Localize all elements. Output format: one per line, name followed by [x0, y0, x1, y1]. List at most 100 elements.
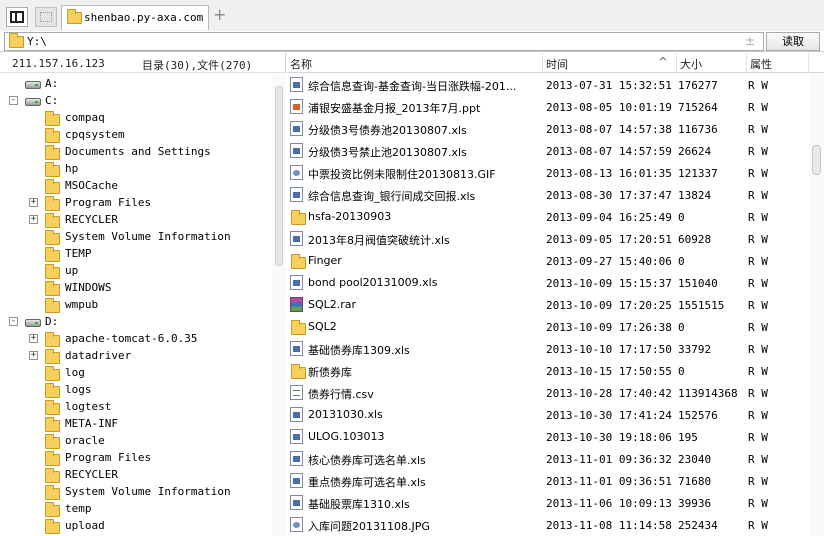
file-time: 2013-08-30 17:37:47: [546, 189, 672, 202]
file-row[interactable]: bond pool20131009.xls 2013-10-09 15:15:37…: [287, 272, 809, 294]
path-input[interactable]: Y:\ ±: [4, 32, 764, 51]
file-row[interactable]: 综合信息查询-基金查询-当日涨跌幅-201... 2013-07-31 15:32…: [287, 74, 809, 96]
folder-icon: [45, 485, 60, 500]
column-header-attr[interactable]: 属性: [747, 53, 809, 73]
tree-folder[interactable]: TEMP: [0, 246, 270, 263]
file-row[interactable]: 入库问题20131108.JPG 2013-11-08 11:14:58 25243…: [287, 514, 809, 536]
column-header-size[interactable]: 大小: [677, 53, 747, 73]
expand-icon[interactable]: +: [29, 215, 38, 224]
file-row[interactable]: 2013年8月阀值突破统计.xls 2013-09-05 17:20:51 6092…: [287, 228, 809, 250]
collapse-icon[interactable]: -: [9, 96, 18, 105]
expand-icon[interactable]: +: [29, 198, 38, 207]
tree-folder[interactable]: RECYCLER: [0, 467, 270, 484]
tree-folder[interactable]: upload: [0, 518, 270, 535]
tree-folder[interactable]: hp: [0, 161, 270, 178]
tree-drive[interactable]: - C:: [0, 93, 270, 110]
collapse-icon[interactable]: -: [9, 317, 18, 326]
tree-drive[interactable]: A:: [0, 76, 270, 93]
tree-folder[interactable]: temp: [0, 501, 270, 518]
file-row[interactable]: 浦银安盛基金月报_2013年7月.ppt 2013-08-05 10:01:19 7…: [287, 96, 809, 118]
spreadsheet-file-icon: [290, 473, 304, 488]
file-row[interactable]: 分级债3号禁止池20130807.xls 2013-08-07 14:57:59 2…: [287, 140, 809, 162]
file-name: 入库问题20131108.JPG: [308, 520, 430, 533]
folder-icon: [45, 230, 60, 245]
file-row[interactable]: 基础债券库1309.xls 2013-10-10 17:17:50 33792 R W: [287, 338, 809, 360]
tree-folder[interactable]: up: [0, 263, 270, 280]
file-name: 浦银安盛基金月报_2013年7月.ppt: [308, 102, 481, 115]
file-row[interactable]: 中票投资比例未限制住20130813.GIF 2013-08-13 16:01:3…: [287, 162, 809, 184]
file-size: 1551515: [678, 299, 725, 312]
file-row[interactable]: 债券行情.csv 2013-10-28 17:40:42 113914368 R W: [287, 382, 809, 404]
folder-icon: [45, 179, 60, 194]
tree-folder[interactable]: MSOCache: [0, 178, 270, 195]
tree-folder[interactable]: logtest: [0, 399, 270, 416]
tree-item-label: META-INF: [65, 417, 118, 430]
folder-icon: [45, 247, 60, 262]
tree-item-label: upload: [65, 519, 105, 532]
file-name: 基础债券库1309.xls: [308, 344, 410, 357]
tab-bar: shenbao.py-axa.com +: [0, 0, 824, 34]
secondary-panel-button[interactable]: [35, 7, 57, 27]
file-name: 综合信息查询-基金查询-当日涨跌幅-201...: [308, 80, 517, 93]
file-attributes: R W: [748, 299, 768, 312]
file-size: 151040: [678, 277, 718, 290]
tree-item-label: datadriver: [65, 349, 132, 362]
file-row[interactable]: 新债券库 2013-10-15 17:50:55 0 R W: [287, 360, 809, 382]
column-header-name[interactable]: 名称: [287, 53, 543, 73]
add-tab-button[interactable]: +: [213, 6, 227, 24]
tab-active[interactable]: shenbao.py-axa.com: [61, 5, 209, 30]
tree-folder[interactable]: WINDOWS: [0, 280, 270, 297]
file-row[interactable]: 核心债券库可选名单.xls 2013-11-01 09:36:32 23040 R W: [287, 448, 809, 470]
file-row[interactable]: 20131030.xls 2013-10-30 17:41:24 152576 R W: [287, 404, 809, 426]
tree-scroll-thumb[interactable]: [275, 86, 283, 266]
file-row[interactable]: ULOG.103013 2013-10-30 19:18:06 195 R W: [287, 426, 809, 448]
file-row[interactable]: hsfa-20130903 2013-09-04 16:25:49 0 R W: [287, 206, 809, 228]
tree-folder[interactable]: META-INF: [0, 416, 270, 433]
tree-folder[interactable]: + datadriver: [0, 348, 270, 365]
tree-folder[interactable]: + RECYCLER: [0, 212, 270, 229]
panel-toggle-button[interactable]: [6, 7, 28, 27]
tree-folder[interactable]: + Program Files: [0, 195, 270, 212]
history-icon[interactable]: ±: [745, 34, 755, 48]
tree-folder[interactable]: log: [0, 365, 270, 382]
tree-drive[interactable]: - D:: [0, 314, 270, 331]
tree-folder[interactable]: System Volume Information: [0, 484, 270, 501]
file-row[interactable]: SQL2.rar 2013-10-09 17:20:25 1551515 R W: [287, 294, 809, 316]
tree-folder[interactable]: wmpub: [0, 297, 270, 314]
tree-folder[interactable]: logs: [0, 382, 270, 399]
tree-folder[interactable]: cpqsystem: [0, 127, 270, 144]
folder-icon: [45, 434, 60, 449]
expand-icon[interactable]: +: [29, 334, 38, 343]
file-name: SQL2: [308, 320, 337, 333]
file-size: 71680: [678, 475, 712, 488]
file-row[interactable]: 综合信息查询_银行间成交回报.xls 2013-08-30 17:37:47 138…: [287, 184, 809, 206]
file-size: 60928: [678, 233, 712, 246]
tree-item-label: RECYCLER: [65, 468, 118, 481]
column-header-time[interactable]: 时间 ^: [543, 53, 677, 73]
file-list-scroll-thumb[interactable]: [812, 145, 821, 175]
file-size: 0: [678, 365, 685, 378]
tree-folder[interactable]: compaq: [0, 110, 270, 127]
tree-folder[interactable]: oracle: [0, 433, 270, 450]
tree-scrollbar[interactable]: [272, 74, 286, 536]
file-attributes: R W: [748, 167, 768, 180]
file-row[interactable]: 分级债3号债券池20130807.xls 2013-08-07 14:57:38 1…: [287, 118, 809, 140]
expand-icon[interactable]: +: [29, 351, 38, 360]
file-row[interactable]: 基础股票库1310.xls 2013-11-06 10:09:13 39936 R W: [287, 492, 809, 514]
file-attributes: R W: [748, 365, 768, 378]
file-size: 121337: [678, 167, 718, 180]
tree-folder[interactable]: Program Files: [0, 450, 270, 467]
file-list-scrollbar[interactable]: [809, 74, 824, 536]
tree-item-label: wmpub: [65, 298, 99, 311]
spreadsheet-file-icon: [290, 429, 304, 444]
tree-folder[interactable]: + apache-tomcat-6.0.35: [0, 331, 270, 348]
file-size: 715264: [678, 101, 718, 114]
file-row[interactable]: 重点债券库可选名单.xls 2013-11-01 09:36:51 71680 R W: [287, 470, 809, 492]
read-button[interactable]: 读取: [766, 32, 820, 51]
file-row[interactable]: SQL2 2013-10-09 17:26:38 0 R W: [287, 316, 809, 338]
icon-glyph: [290, 407, 303, 422]
tree-folder[interactable]: Documents and Settings: [0, 144, 270, 161]
tree-item-label: log: [65, 366, 85, 379]
file-row[interactable]: Finger 2013-09-27 15:40:06 0 R W: [287, 250, 809, 272]
tree-folder[interactable]: System Volume Information: [0, 229, 270, 246]
